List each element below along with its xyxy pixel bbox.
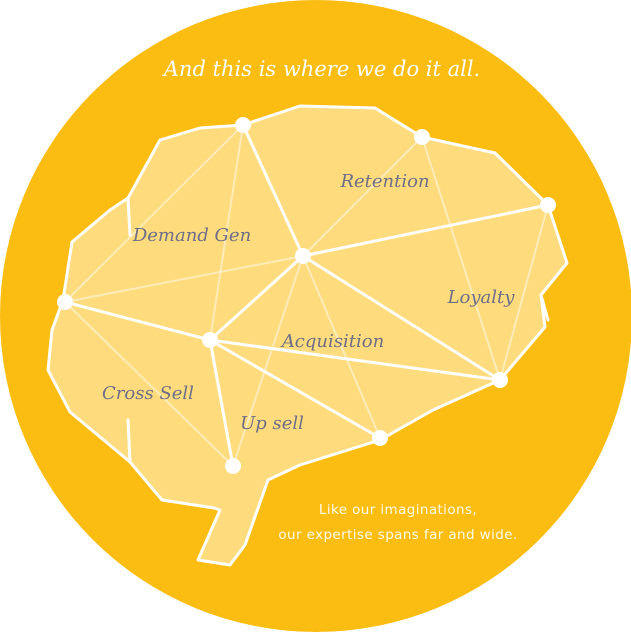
node	[202, 332, 218, 348]
label-demand-gen: Demand Gen	[132, 225, 251, 246]
label-cross-sell: Cross Sell	[102, 383, 194, 404]
node	[295, 248, 311, 264]
node	[540, 197, 556, 213]
node	[225, 458, 241, 474]
node	[57, 294, 73, 310]
label-up-sell: Up sell	[240, 413, 304, 434]
caption-line-1: Like our imaginations,	[319, 502, 477, 518]
label-retention: Retention	[339, 171, 429, 192]
label-loyalty: Loyalty	[447, 287, 516, 308]
node	[235, 117, 251, 133]
node	[492, 372, 508, 388]
node	[372, 430, 388, 446]
headline: And this is where we do it all.	[162, 57, 480, 81]
brain-diagram: And this is where we do it all. Retentio…	[0, 0, 631, 632]
caption-line-2: our expertise spans far and wide.	[278, 527, 517, 543]
label-acquisition: Acquisition	[280, 331, 384, 352]
node	[414, 129, 430, 145]
